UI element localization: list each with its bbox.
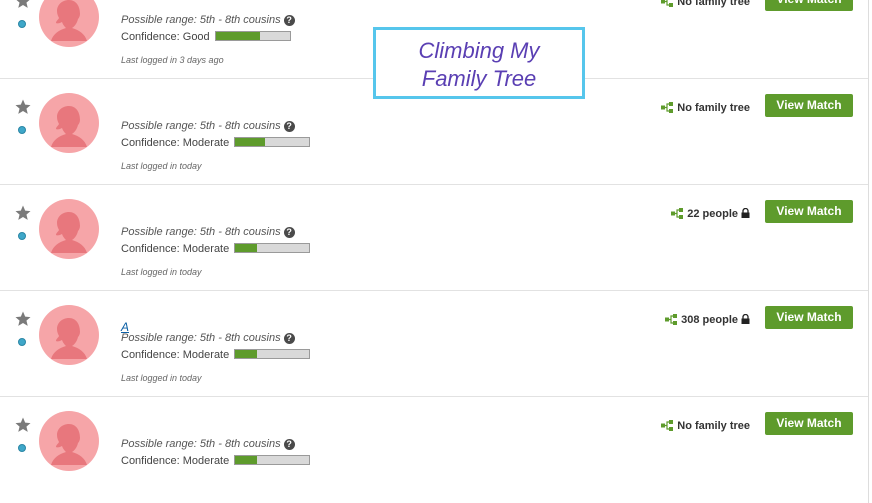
family-tree-status: No family tree [661, 0, 750, 10]
family-tree-icon [665, 314, 678, 328]
possible-range: Possible range: 5th - 8th cousins? [121, 120, 295, 132]
help-icon[interactable]: ? [283, 121, 295, 132]
help-icon[interactable]: ? [283, 333, 295, 344]
match-row: A Possible range: 5th - 8th cousins? Con… [0, 291, 868, 397]
avatar-silhouette-icon [51, 212, 87, 253]
view-match-button[interactable]: View Match [765, 412, 853, 435]
possible-range: Possible range: 5th - 8th cousins? [121, 332, 295, 344]
confidence: Confidence: Moderate [121, 349, 311, 361]
online-status-icon [18, 126, 26, 134]
online-status-icon [18, 20, 26, 28]
confidence-bar [214, 31, 291, 41]
avatar[interactable] [39, 411, 99, 471]
star-icon[interactable] [14, 310, 32, 328]
confidence: Confidence: Moderate [121, 243, 311, 255]
avatar[interactable] [39, 305, 99, 365]
family-tree-status: 308 people [665, 313, 750, 328]
last-logged-in: Last logged in today [121, 267, 202, 277]
view-match-button[interactable]: View Match [765, 200, 853, 223]
last-logged-in: Last logged in today [121, 373, 202, 383]
online-status-icon [18, 232, 26, 240]
possible-range: Possible range: 5th - 8th cousins? [121, 226, 295, 238]
family-tree-icon [671, 208, 684, 222]
view-match-button[interactable]: View Match [765, 94, 853, 117]
family-tree-icon [661, 0, 674, 10]
confidence-bar [234, 243, 311, 253]
help-icon[interactable]: ? [283, 439, 295, 450]
confidence-bar [234, 349, 311, 359]
family-tree-status: 22 people [671, 207, 750, 222]
match-row: Possible range: 5th - 8th cousins? Confi… [0, 185, 868, 291]
confidence-bar-fill [235, 244, 258, 252]
confidence-bar-fill [235, 350, 258, 358]
star-icon[interactable] [14, 416, 32, 434]
confidence-bar-fill [235, 138, 265, 146]
online-status-icon [18, 444, 26, 452]
possible-range: Possible range: 5th - 8th cousins? [121, 14, 295, 26]
last-logged-in: Last logged in 3 days ago [121, 55, 224, 65]
help-icon[interactable]: ? [283, 15, 295, 26]
family-tree-icon [661, 420, 674, 434]
help-icon[interactable]: ? [283, 227, 295, 238]
family-tree-icon [661, 102, 674, 116]
avatar-silhouette-icon [51, 0, 87, 41]
confidence: Confidence: Moderate [121, 137, 311, 149]
online-status-icon [18, 338, 26, 346]
last-logged-in: Last logged in today [121, 161, 202, 171]
avatar[interactable] [39, 0, 99, 47]
possible-range: Possible range: 5th - 8th cousins? [121, 438, 295, 450]
confidence: Confidence: Good [121, 31, 291, 43]
family-tree-status: No family tree [661, 420, 750, 434]
avatar-silhouette-icon [51, 424, 87, 465]
avatar-silhouette-icon [51, 318, 87, 359]
avatar[interactable] [39, 93, 99, 153]
confidence-bar-fill [235, 456, 258, 464]
avatar-silhouette-icon [51, 106, 87, 147]
view-match-button[interactable]: View Match [765, 306, 853, 329]
star-icon[interactable] [14, 0, 32, 10]
family-tree-status: No family tree [661, 102, 750, 116]
confidence-bar [234, 137, 311, 147]
star-icon[interactable] [14, 98, 32, 116]
view-match-button[interactable]: View Match [765, 0, 853, 11]
avatar[interactable] [39, 199, 99, 259]
star-icon[interactable] [14, 204, 32, 222]
lock-icon [741, 207, 750, 221]
confidence-bar-fill [215, 32, 261, 40]
overlay-caption: Climbing My Family Tree [373, 27, 585, 99]
match-row: Possible range: 5th - 8th cousins? Confi… [0, 397, 868, 503]
lock-icon [741, 313, 750, 327]
